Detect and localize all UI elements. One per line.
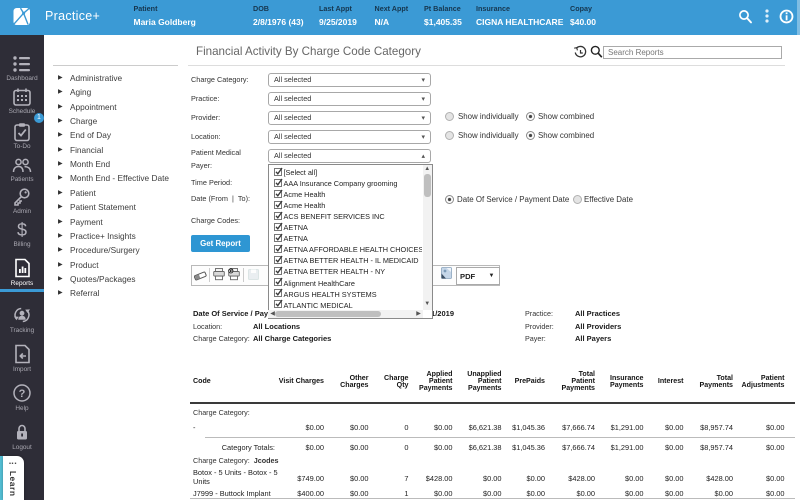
svg-text:?: ?	[19, 388, 26, 400]
svg-text:O: O	[229, 269, 233, 274]
svg-text:$: $	[17, 220, 27, 240]
